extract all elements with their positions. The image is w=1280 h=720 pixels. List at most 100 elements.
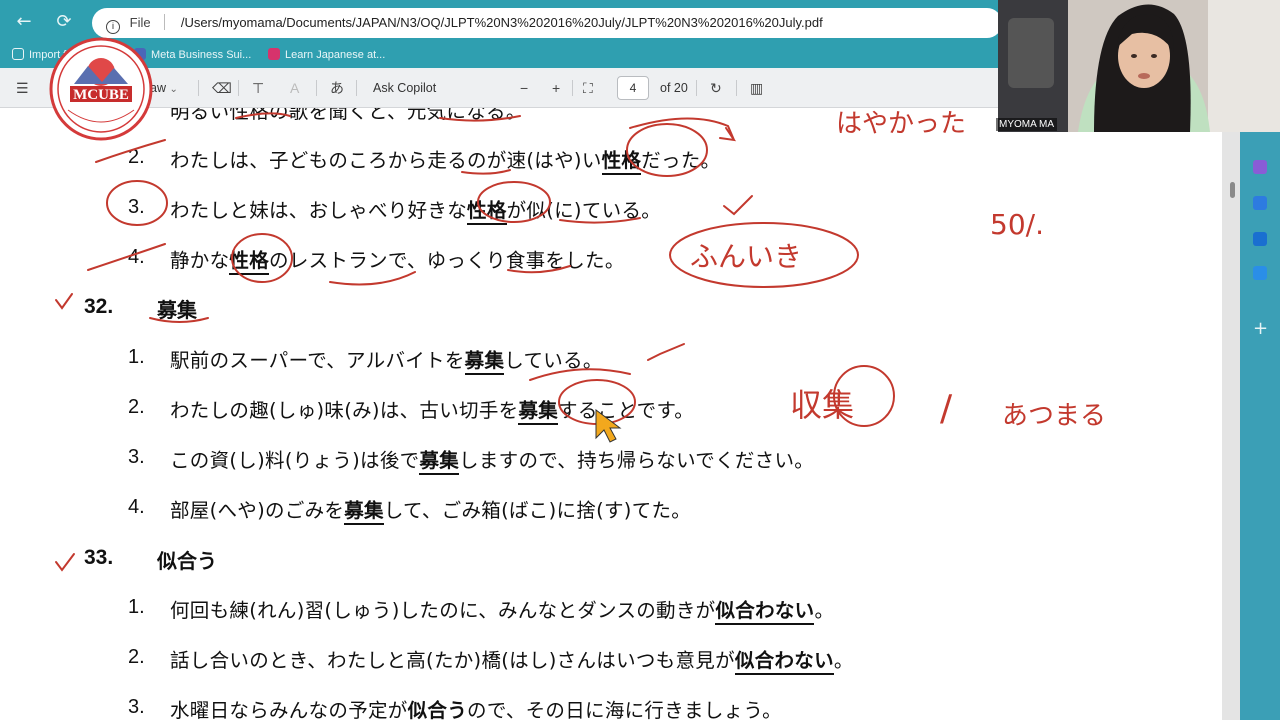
outlook-icon[interactable] [1253, 232, 1267, 246]
sentence-part: して、ごみ箱(ばこ)に捨(す)てた。 [383, 499, 692, 522]
q31-item-2-text: わたしは、子どものころから走るのが速(はや)い性格だった。 [170, 144, 721, 175]
sentence-part: 。 [814, 599, 835, 622]
read-aloud-icon[interactable]: A [290, 68, 299, 108]
q31-item-1-text: 明るい性格の歌を聞くと、元気になる。 [170, 108, 526, 123]
bookmark-label: Learn Japanese at... [285, 49, 386, 61]
bookmark-label: Meta Business Sui... [151, 49, 252, 61]
ask-copilot-button[interactable]: Ask Copilot [373, 68, 436, 108]
q32-item-3-text: この資(し)料(りょう)は後で募集しますので、持ち帰らないでください。 [170, 444, 815, 475]
edge-shopping-icon[interactable] [1253, 196, 1267, 210]
keyword: 似合わない [715, 599, 815, 625]
sentence-part: 何回も練(れん)習(しゅう)したのに、みんなとダンスの動きが [170, 599, 716, 622]
q33-item-1-text: 何回も練(れん)習(しゅう)したのに、みんなとダンスの動きが似合わない。 [170, 594, 835, 625]
page-view-icon[interactable]: ▥ [750, 68, 763, 108]
sentence-part: わたしは、子どものころから走るのが速(はや)い [170, 149, 602, 172]
keyword: 性格 [229, 249, 270, 275]
contents-icon[interactable]: ☰ [16, 68, 29, 108]
sentence-part: のレストランで、ゆっくり食事をした。 [269, 249, 625, 272]
send-icon[interactable] [1253, 266, 1267, 280]
rotate-icon[interactable]: ↻ [710, 68, 722, 108]
sentence-part: わたしと妹は、おしゃべり好きな [170, 199, 468, 222]
sentence-part: 話し合いのとき、わたしと高(たか)橋(はし)さんはいつも意見が [170, 649, 735, 672]
toolbar-divider [736, 80, 737, 96]
item-number: 3. [128, 696, 145, 718]
sentence-part: しますので、持ち帰らないでください。 [459, 449, 815, 472]
item-number: 3. [128, 196, 145, 218]
sentence-part: わたしの趣(しゅ)味(み)は、古い切手を [170, 399, 519, 422]
q33-item-3-text: 水曜日ならみんなの予定が似合うので、その日に海に行きましょう。 [170, 694, 782, 720]
info-icon[interactable]: i [106, 20, 120, 34]
item-number: 2. [128, 396, 145, 418]
keyword: 性格 [601, 149, 642, 175]
sentence-part: することです。 [558, 399, 695, 422]
toolbar-divider [572, 80, 573, 96]
toolbar-divider [696, 80, 697, 96]
q33-item-2-text: 話し合いのとき、わたしと高(たか)橋(はし)さんはいつも意見が似合わない。 [170, 644, 854, 675]
item-number: 4. [128, 246, 145, 268]
sentence-part: 静かな [170, 249, 230, 272]
q31-item-4-text: 静かな性格のレストランで、ゆっくり食事をした。 [170, 244, 625, 275]
q32-item-1-text: 駅前のスーパーで、アルバイトを募集している。 [170, 344, 603, 375]
sentence-part: この資(し)料(りょう)は後で [170, 449, 420, 472]
address-bar[interactable]: i File /Users/myomama/Documents/JAPAN/N3… [92, 8, 1002, 38]
sentence-part: 駅前のスーパーで、アルバイトを [170, 349, 465, 372]
eraser-icon[interactable]: ⌫ [212, 68, 232, 108]
add-icon[interactable]: + [1253, 320, 1268, 338]
mcube-logo: MCUBE [48, 36, 154, 142]
item-number: 1. [128, 346, 145, 368]
toolbar-divider [198, 80, 199, 96]
question-number: 33. [84, 546, 114, 569]
sentence-part: だった。 [641, 149, 721, 172]
page-number-input[interactable]: 4 [617, 76, 649, 100]
arrow-left-icon[interactable]: ← [12, 10, 36, 34]
reload-icon[interactable]: ⟳ [52, 10, 76, 34]
zoom-in-button[interactable]: + [552, 68, 560, 108]
zoom-out-button[interactable]: − [520, 68, 528, 108]
bookmark-learn-japanese[interactable]: Learn Japanese at... [268, 48, 385, 61]
item-number: 4. [128, 496, 145, 518]
page-total: of 20 [660, 81, 688, 95]
sentence-part: している。 [504, 349, 603, 372]
item-number: 1. [128, 596, 145, 618]
pdf-page: 1. 明るい性格の歌を聞くと、元気になる。 2. わたしは、子どものころから走る… [0, 108, 1222, 720]
person-illustration [998, 0, 1280, 132]
sentence-part: 水曜日ならみんなの予定が [170, 699, 408, 720]
item-number: 2. [128, 646, 145, 668]
chevron-down-icon: ⌄ [169, 84, 178, 95]
q32-item-4-text: 部屋(へや)のごみを募集して、ごみ箱(ばこ)に捨(す)てた。 [170, 494, 692, 525]
sentence-part: 部屋(へや)のごみを [170, 499, 345, 522]
sentence-part: ので、その日に海に行きましょう。 [467, 699, 782, 720]
instagram-icon [268, 48, 280, 60]
keyword: 似合う [407, 699, 468, 720]
keyword: 募集 [344, 499, 384, 525]
webcam-feed [998, 0, 1280, 132]
question-number: 32. [84, 295, 114, 318]
logo-text: MCUBE [73, 87, 129, 103]
participant-name: MYOMA MA [996, 118, 1058, 131]
copilot-icon[interactable] [1253, 160, 1267, 174]
keyword: 募集 [419, 449, 460, 475]
address-divider [164, 14, 166, 30]
toolbar-divider [238, 80, 239, 96]
folder-icon [12, 48, 24, 60]
q32-item-2-text: わたしの趣(しゅ)味(み)は、古い切手を募集することです。 [170, 394, 695, 425]
fit-page-icon[interactable]: ⛶ [583, 68, 593, 108]
keyword: 募集 [518, 399, 559, 425]
translate-icon[interactable]: あ [330, 68, 344, 108]
question-word: 似合う [157, 549, 217, 573]
text-box-icon[interactable]: ⊤ [252, 68, 264, 108]
question-word: 募集 [157, 298, 197, 322]
file-label: File [129, 15, 151, 30]
toolbar-divider [316, 80, 317, 96]
toolbar-divider [356, 80, 357, 96]
sentence-part: が似(に)ている。 [506, 199, 662, 222]
scrollbar-thumb[interactable] [1230, 182, 1235, 198]
edge-sidebar [1240, 132, 1280, 720]
url-text: /Users/myomama/Documents/JAPAN/N3/OQ/JLP… [180, 15, 823, 30]
draw-button[interactable]: aw ⌄ [150, 68, 178, 108]
keyword: 募集 [464, 349, 505, 375]
q31-item-3-text: わたしと妹は、おしゃべり好きな性格が似(に)ている。 [170, 194, 662, 225]
keyword: 性格 [467, 199, 507, 225]
sentence-part: 。 [833, 649, 854, 672]
item-number: 2. [128, 146, 145, 168]
